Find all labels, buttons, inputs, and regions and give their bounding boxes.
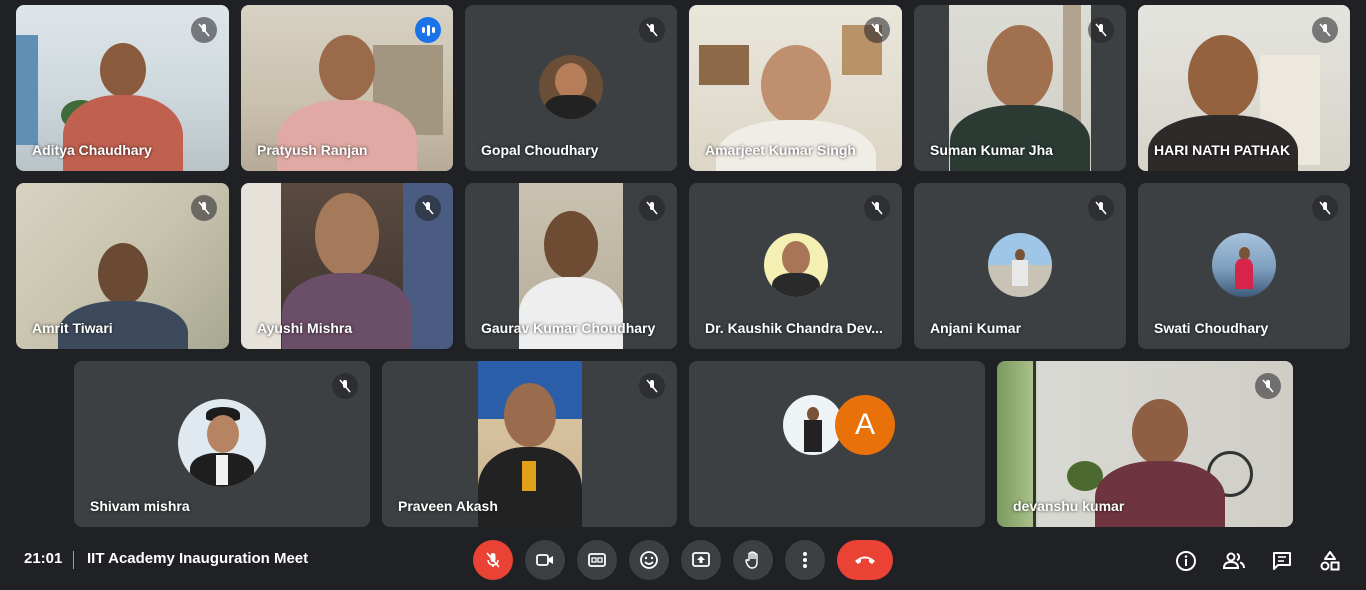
- participant-name: Praveen Akash: [398, 498, 498, 514]
- mic-off-icon: [639, 373, 665, 399]
- mic-off-icon: [639, 17, 665, 43]
- mic-off-icon: [1312, 195, 1338, 221]
- more-options-button[interactable]: [785, 540, 825, 580]
- participant-name: Anjani Kumar: [930, 320, 1022, 336]
- present-screen-button[interactable]: [681, 540, 721, 580]
- chat-button[interactable]: [1269, 548, 1295, 574]
- participant-name: Dr. Kaushik Chandra Dev...: [705, 320, 883, 336]
- participant-tile[interactable]: Praveen Akash: [382, 361, 677, 527]
- mic-off-icon: [1255, 373, 1281, 399]
- participant-tile[interactable]: Gopal Choudhary: [465, 5, 677, 171]
- participant-tile[interactable]: Amarjeet Kumar Singh: [689, 5, 902, 171]
- letter-avatar: A: [835, 395, 895, 455]
- participant-name: Aditya Chaudhary: [32, 142, 152, 158]
- participant-name: devanshu kumar: [1013, 498, 1125, 514]
- avatar: [1212, 233, 1276, 297]
- mic-toggle-button[interactable]: [473, 540, 513, 580]
- more-vert-icon: [803, 552, 807, 568]
- participant-tile[interactable]: Swati Choudhary: [1138, 183, 1350, 349]
- participant-tile[interactable]: Gaurav Kumar Choudhary: [465, 183, 677, 349]
- present-icon: [692, 552, 710, 567]
- avatar: [763, 233, 828, 297]
- participant-name: Gaurav Kumar Choudhary: [481, 320, 656, 336]
- mic-off-icon: [1088, 17, 1114, 43]
- participant-name: Swati Choudhary: [1154, 320, 1269, 336]
- mic-off-icon: [191, 195, 217, 221]
- participant-name: Ayushi Mishra: [257, 320, 353, 336]
- emoji-icon: [640, 551, 658, 569]
- participant-tile[interactable]: Shivam mishra: [74, 361, 370, 527]
- camera-toggle-button[interactable]: [525, 540, 565, 580]
- participant-tile[interactable]: Ayushi Mishra: [241, 183, 453, 349]
- mic-off-icon: [1312, 17, 1338, 43]
- mic-off-icon: [639, 195, 665, 221]
- captions-icon: [588, 553, 606, 567]
- activities-button[interactable]: [1317, 548, 1343, 574]
- mic-off-icon: [486, 552, 500, 568]
- reactions-button[interactable]: [629, 540, 669, 580]
- meeting-time: 21:01: [24, 550, 63, 567]
- participant-name: HARI NATH PATHAK: [1154, 142, 1291, 158]
- avatar: [178, 399, 266, 487]
- hand-icon: [745, 551, 758, 569]
- phone-hangup-icon: [855, 556, 875, 564]
- leave-call-button[interactable]: [837, 540, 893, 580]
- people-button[interactable]: [1221, 548, 1247, 574]
- participant-tile[interactable]: Dr. Kaushik Chandra Dev...: [689, 183, 902, 349]
- others-tile[interactable]: A: [689, 361, 985, 527]
- mic-off-icon: [864, 17, 890, 43]
- people-icon: [1222, 552, 1245, 569]
- participant-tile[interactable]: Aditya Chaudhary: [16, 5, 229, 171]
- participant-tile[interactable]: Pratyush Ranjan: [241, 5, 453, 171]
- participant-tile[interactable]: Anjani Kumar: [914, 183, 1126, 349]
- avatar: [539, 55, 603, 119]
- captions-button[interactable]: [577, 540, 617, 580]
- meeting-details-button[interactable]: [1173, 548, 1199, 574]
- mic-off-icon: [191, 17, 217, 43]
- avatar: [783, 395, 843, 455]
- participant-tile[interactable]: HARI NATH PATHAK: [1138, 5, 1350, 171]
- participant-tile[interactable]: Amrit Tiwari: [16, 183, 229, 349]
- mic-off-icon: [332, 373, 358, 399]
- info-icon: [1176, 551, 1196, 571]
- participant-tile[interactable]: devanshu kumar: [997, 361, 1293, 527]
- bottom-bar: 21:01 IIT Academy Inauguration Meet: [0, 534, 1366, 590]
- participant-name: Gopal Choudhary: [481, 142, 599, 158]
- participant-tile[interactable]: Suman Kumar Jha: [914, 5, 1126, 171]
- participant-name: Amarjeet Kumar Singh: [705, 142, 856, 158]
- camera-icon: [536, 554, 553, 566]
- avatar: [988, 233, 1052, 297]
- participant-name: Suman Kumar Jha: [930, 142, 1053, 158]
- raise-hand-button[interactable]: [733, 540, 773, 580]
- participant-name: Amrit Tiwari: [32, 320, 113, 336]
- divider: [73, 551, 74, 569]
- meeting-title: IIT Academy Inauguration Meet: [87, 550, 309, 567]
- mic-off-icon: [415, 195, 441, 221]
- mic-off-icon: [1088, 195, 1114, 221]
- mic-off-icon: [864, 195, 890, 221]
- speaking-indicator-icon: [415, 17, 441, 43]
- participant-name: Pratyush Ranjan: [257, 142, 368, 158]
- activities-icon: [1320, 551, 1340, 571]
- participant-name: Shivam mishra: [90, 498, 190, 514]
- chat-icon: [1273, 552, 1291, 570]
